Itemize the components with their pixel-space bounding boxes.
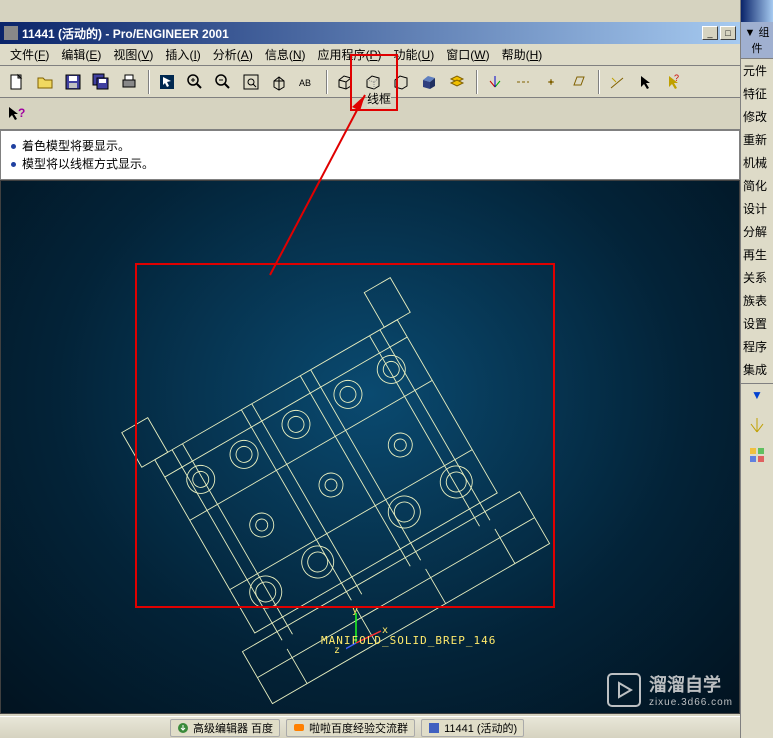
app-icon	[4, 26, 18, 40]
side-item-simp[interactable]: 简化	[741, 174, 773, 197]
side-item-feature[interactable]: 特征	[741, 82, 773, 105]
model-viewer[interactable]: y x z MANIFOLD_SOLID_BREP_146	[0, 180, 740, 714]
select-arrow-button[interactable]	[632, 69, 658, 95]
save-button[interactable]	[60, 69, 86, 95]
svg-text:?: ?	[674, 73, 679, 83]
zoom-in-button[interactable]	[182, 69, 208, 95]
zoom-fit-button[interactable]	[238, 69, 264, 95]
side-panel-header[interactable]: ▼ 组件	[741, 22, 773, 59]
svg-text:AB: AB	[299, 78, 311, 88]
side-item-explode[interactable]: 分解	[741, 220, 773, 243]
plane-toggle-button[interactable]	[566, 69, 592, 95]
bullet-icon	[11, 144, 16, 149]
menu-file[interactable]: 文件(F)	[4, 44, 55, 65]
bullet-icon	[11, 162, 16, 167]
side-collapse-icon[interactable]: ▼	[741, 386, 773, 404]
watermark-title: 溜溜自学	[649, 671, 733, 697]
side-panel: ▼ 组件 元件 特征 修改 重新 机械 简化 设计 分解 再生 关系 族表 设置…	[740, 0, 773, 738]
side-item-relations[interactable]: 关系	[741, 266, 773, 289]
csys-toggle-button[interactable]	[482, 69, 508, 95]
menu-view[interactable]: 视图(V)	[107, 44, 159, 65]
wireframe-button[interactable]	[332, 69, 358, 95]
menu-insert[interactable]: 插入(I)	[159, 44, 206, 65]
annotations-button[interactable]: AB	[294, 69, 320, 95]
zoom-out-button[interactable]	[210, 69, 236, 95]
menu-edit[interactable]: 编辑(E)	[55, 44, 107, 65]
watermark-url: zixue.3d66.com	[649, 697, 733, 708]
minimize-button[interactable]: _	[702, 26, 718, 40]
orient-button[interactable]	[266, 69, 292, 95]
message-line: 着色模型将要显示。	[11, 137, 729, 155]
saveas-button[interactable]	[88, 69, 114, 95]
side-palette-icon[interactable]	[746, 444, 768, 466]
point-toggle-button[interactable]	[538, 69, 564, 95]
menu-func[interactable]: 功能(U)	[388, 44, 441, 65]
side-item-modify[interactable]: 修改	[741, 105, 773, 128]
layers-button[interactable]	[444, 69, 470, 95]
side-item-setup[interactable]: 设置	[741, 312, 773, 335]
watermark: 溜溜自学 zixue.3d66.com	[607, 671, 733, 708]
window-title: 11441 (活动的) - Pro/ENGINEER 2001	[22, 25, 702, 42]
model-label: MANIFOLD_SOLID_BREP_146	[321, 634, 496, 647]
message-line: 模型将以线框方式显示。	[11, 155, 729, 173]
side-item-component[interactable]: 元件	[741, 59, 773, 82]
menu-info[interactable]: 信息(N)	[259, 44, 312, 65]
side-item-regenerate[interactable]: 再生	[741, 243, 773, 266]
side-item-mech[interactable]: 机械	[741, 151, 773, 174]
print-button[interactable]	[116, 69, 142, 95]
taskbar-item[interactable]: 11441 (活动的)	[421, 719, 524, 737]
taskbar: 高级编辑器 百度 啦啦百度经验交流群 11441 (活动的)	[0, 716, 740, 738]
axis-toggle-button[interactable]	[510, 69, 536, 95]
svg-text:?: ?	[18, 106, 25, 120]
query-select-button[interactable]: ?	[660, 69, 686, 95]
no-hidden-button[interactable]	[388, 69, 414, 95]
whats-this-button[interactable]: ?	[4, 101, 30, 127]
select-button[interactable]	[154, 69, 180, 95]
menu-app[interactable]: 应用程序(P)	[312, 44, 388, 65]
side-item-design[interactable]: 设计	[741, 197, 773, 220]
side-item-program[interactable]: 程序	[741, 335, 773, 358]
taskbar-item[interactable]: 高级编辑器 百度	[170, 719, 280, 737]
side-csys-icon[interactable]	[746, 414, 768, 436]
annot-toggle-button[interactable]	[604, 69, 630, 95]
message-area: 着色模型将要显示。 模型将以线框方式显示。	[0, 130, 740, 180]
annotation-tooltip: 线框	[367, 90, 391, 107]
side-item-family[interactable]: 族表	[741, 289, 773, 312]
taskbar-item[interactable]: 啦啦百度经验交流群	[286, 719, 415, 737]
play-icon	[607, 673, 641, 707]
download-icon	[177, 722, 189, 734]
chat-icon	[293, 722, 305, 734]
shaded-button[interactable]	[416, 69, 442, 95]
menu-bar: 文件(F) 编辑(E) 视图(V) 插入(I) 分析(A) 信息(N) 应用程序…	[0, 44, 740, 66]
proe-icon	[428, 722, 440, 734]
side-item-regen[interactable]: 重新	[741, 128, 773, 151]
new-button[interactable]	[4, 69, 30, 95]
maximize-button[interactable]: □	[720, 26, 736, 40]
menu-help[interactable]: 帮助(H)	[496, 44, 549, 65]
menu-window[interactable]: 窗口(W)	[440, 44, 495, 65]
side-item-integrate[interactable]: 集成	[741, 358, 773, 381]
open-button[interactable]	[32, 69, 58, 95]
menu-analysis[interactable]: 分析(A)	[207, 44, 259, 65]
title-bar: 11441 (活动的) - Pro/ENGINEER 2001 _ □	[0, 22, 740, 44]
